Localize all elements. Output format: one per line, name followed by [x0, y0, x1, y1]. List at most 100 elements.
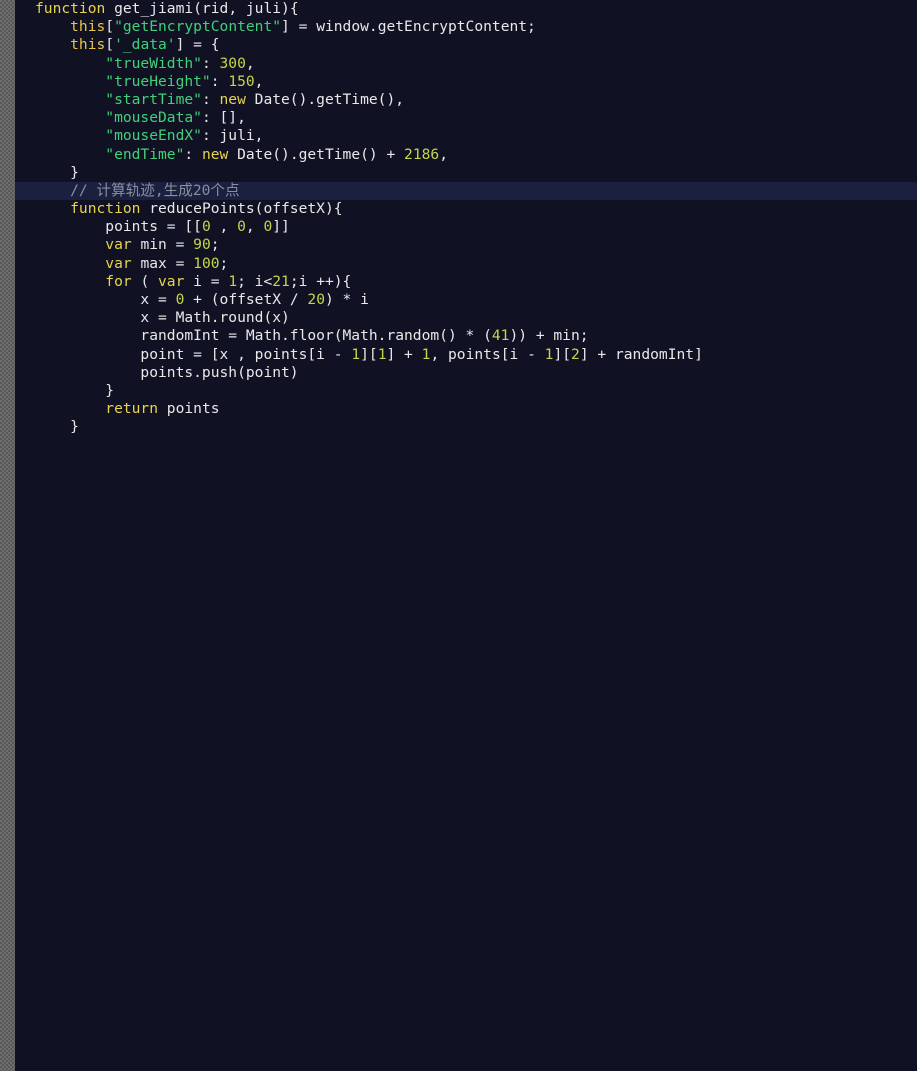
- code-line[interactable]: }: [15, 382, 917, 400]
- code-line[interactable]: function get_jiami(rid, juli){: [15, 0, 917, 18]
- code-line[interactable]: x = 0 + (offsetX / 20) * i: [15, 291, 917, 309]
- code-editor: function get_jiami(rid, juli){ this["get…: [0, 0, 917, 1071]
- code-line[interactable]: x = Math.round(x): [15, 309, 917, 327]
- code-line[interactable]: "trueWidth": 300,: [15, 55, 917, 73]
- code-token: point = [x , points[i -: [35, 345, 352, 363]
- code-token: ) * i: [324, 291, 369, 308]
- code-token: ,: [210, 218, 238, 236]
- code-token: )) + min;: [509, 327, 589, 345]
- code-token: 1: [351, 345, 361, 363]
- code-token: 2: [571, 345, 580, 363]
- code-token: Date().getTime() +: [228, 145, 405, 163]
- code-token: "mouseEndX": [35, 127, 202, 145]
- code-line[interactable]: "startTime": new Date().getTime(),: [15, 91, 917, 109]
- code-token: new: [201, 145, 229, 163]
- code-token: points.push(point): [35, 363, 299, 381]
- code-token: ]]: [272, 218, 290, 236]
- code-line[interactable]: var max = 100;: [15, 255, 917, 273]
- code-line[interactable]: return points: [15, 400, 917, 418]
- code-token: + (offsetX /: [184, 291, 308, 308]
- code-token: : [],: [201, 109, 246, 127]
- code-line[interactable]: randomInt = Math.floor(Math.random() * (…: [15, 327, 917, 345]
- code-line[interactable]: // 计算轨迹,生成20个点: [15, 181, 917, 201]
- code-token: ] + randomInt]: [579, 345, 703, 363]
- code-token: i =: [184, 272, 229, 290]
- code-token: max =: [131, 254, 194, 272]
- code-token: [: [105, 18, 115, 36]
- code-token: window.getEncryptContent;: [316, 18, 536, 36]
- code-token: points: [158, 400, 220, 418]
- code-token: randomInt = Math.floor(Math.random() * (: [35, 327, 492, 345]
- code-token: 1: [228, 272, 238, 290]
- code-line[interactable]: "mouseEndX": juli,: [15, 127, 917, 145]
- code-token: this: [35, 36, 106, 54]
- code-token: [: [105, 36, 115, 54]
- code-token: 21: [272, 272, 290, 290]
- code-token: 2186: [404, 145, 440, 163]
- code-token: ;: [219, 254, 229, 272]
- code-line[interactable]: }: [15, 164, 917, 182]
- code-token: ] = {: [175, 36, 220, 54]
- code-content-area[interactable]: function get_jiami(rid, juli){ this["get…: [15, 0, 917, 1071]
- code-token: 20: [307, 291, 325, 308]
- code-token: "mouseData": [35, 109, 202, 127]
- code-token: Date().getTime(),: [245, 90, 405, 108]
- code-token: '_data': [114, 36, 176, 54]
- code-line[interactable]: this['_data'] = {: [15, 36, 917, 54]
- code-token: "endTime": [35, 145, 185, 163]
- code-token: function: [35, 200, 141, 218]
- code-line[interactable]: points.push(point): [15, 364, 917, 382]
- code-token: (rid, juli){: [193, 0, 299, 17]
- code-token: juli,: [219, 127, 264, 145]
- code-token: x =: [35, 291, 176, 308]
- code-lines: function get_jiami(rid, juli){ this["get…: [15, 0, 917, 437]
- code-line[interactable]: var min = 90;: [15, 236, 917, 254]
- code-line[interactable]: "endTime": new Date().getTime() + 2186,: [15, 146, 917, 164]
- code-token: 90: [193, 236, 211, 254]
- code-line[interactable]: function reducePoints(offsetX){: [15, 200, 917, 218]
- code-line[interactable]: }: [15, 418, 917, 436]
- code-token: 100: [193, 254, 220, 272]
- code-token: 0: [201, 218, 211, 236]
- code-token: (: [131, 272, 159, 290]
- code-token: }: [35, 163, 79, 181]
- code-token: this: [35, 18, 106, 36]
- code-token: min =: [131, 236, 194, 254]
- code-token: function: [35, 0, 106, 17]
- code-line[interactable]: "trueHeight": 150,: [15, 73, 917, 91]
- code-token: new: [219, 90, 246, 108]
- code-line[interactable]: point = [x , points[i - 1][1] + 1, point…: [15, 346, 917, 364]
- code-token: reducePoints(offsetX){: [140, 200, 343, 218]
- code-token: for: [35, 272, 132, 290]
- code-token: ;: [210, 236, 220, 254]
- code-token: :: [201, 54, 220, 72]
- code-token: ,: [439, 145, 448, 163]
- code-token: :: [201, 127, 220, 145]
- code-token: var: [158, 272, 185, 290]
- code-line[interactable]: points = [[0 , 0, 0]]: [15, 218, 917, 236]
- code-token: :: [210, 72, 229, 90]
- code-token: ; i<: [237, 272, 273, 290]
- code-token: var: [35, 236, 132, 254]
- code-token: ] =: [281, 18, 317, 36]
- code-token: 0: [263, 218, 273, 236]
- code-token: 300: [219, 54, 246, 72]
- code-token: return: [35, 400, 159, 418]
- code-token: ][: [553, 345, 572, 363]
- code-token: :: [201, 90, 220, 108]
- code-token: 41: [491, 327, 510, 345]
- editor-gutter[interactable]: [0, 0, 15, 1071]
- code-token: }: [35, 418, 79, 436]
- code-token: "startTime": [35, 90, 202, 108]
- code-token: ,: [245, 54, 255, 72]
- code-token: 150: [228, 72, 255, 90]
- code-token: points = [[: [35, 218, 202, 236]
- code-token: ][: [360, 345, 378, 363]
- code-line[interactable]: "mouseData": [],: [15, 109, 917, 127]
- code-line[interactable]: this["getEncryptContent"] = window.getEn…: [15, 18, 917, 36]
- code-token: 0: [237, 218, 246, 236]
- code-token: }: [35, 381, 115, 399]
- code-token: ,: [254, 72, 264, 90]
- code-token: // 计算轨迹,生成20个点: [35, 181, 240, 199]
- code-line[interactable]: for ( var i = 1; i<21;i ++){: [15, 273, 917, 291]
